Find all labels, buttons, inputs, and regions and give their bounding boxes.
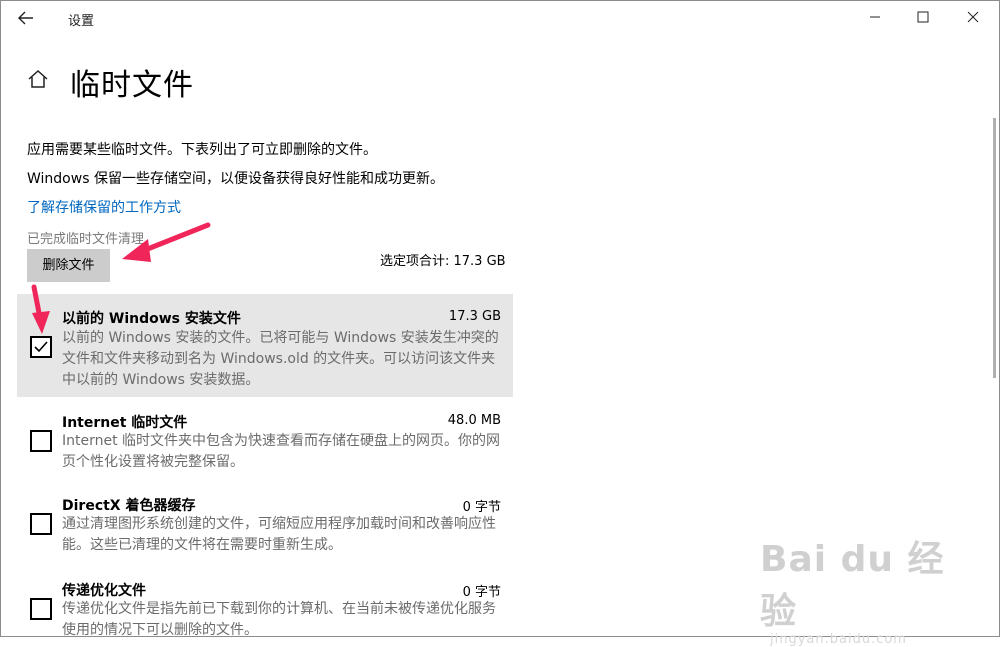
item-description: 传递优化文件是指先前已下载到你的计算机、在当前未被传递优化服务使用的情况下可以删… [62,601,496,638]
watermark-url: jingyan.baidu.com [770,632,907,647]
page-description-2: Windows 保留一些存储空间，以便设备获得良好性能和成功更新。 [27,171,444,187]
item-description: 通过清理图形系统创建的文件，可缩短应用程序加载时间和改善响应性能。这些已清理的文… [62,516,496,553]
maximize-icon[interactable] [900,4,946,32]
back-arrow-icon[interactable] [14,8,38,28]
item-title: 传递优化文件 [62,583,146,599]
minimize-icon[interactable] [852,4,898,32]
checkbox[interactable] [30,598,52,620]
list-item[interactable]: Internet 临时文件 48.0 MB Internet 临时文件夹中包含为… [17,400,513,480]
list-item[interactable]: 以前的 Windows 安装文件 17.3 GB 以前的 Windows 安装的… [17,294,513,397]
home-icon[interactable] [26,67,50,91]
selected-total: 选定项合计: 17.3 GB [380,254,506,269]
watermark: Bai du 经验 jingyan.baidu.com [760,530,960,647]
window-title: 设置 [68,14,95,29]
item-size: 0 字节 [462,500,501,515]
checkbox[interactable] [30,513,52,535]
scrollbar[interactable] [993,118,996,378]
watermark-logo: Bai du 经验 [760,539,945,632]
page-description-1: 应用需要某些临时文件。下表列出了可立即删除的文件。 [27,142,377,158]
item-description: Internet 临时文件夹中包含为快速查看而存储在硬盘上的网页。你的网页个性化… [62,433,501,470]
title-bar: 设置 [0,0,1000,36]
item-title: DirectX 着色器缓存 [62,498,196,514]
page-title: 临时文件 [70,68,194,103]
item-size: 17.3 GB [448,309,501,324]
cleanup-status: 已完成临时文件清理 [27,232,145,247]
item-title: 以前的 Windows 安装文件 [62,311,241,327]
item-size: 0 字节 [462,585,501,600]
list-item[interactable]: DirectX 着色器缓存 0 字节 通过清理图形系统创建的文件，可缩短应用程序… [17,483,513,563]
close-icon[interactable] [950,4,996,32]
delete-files-button[interactable]: 删除文件 [27,249,110,282]
list-item[interactable]: 传递优化文件 0 字节 传递优化文件是指先前已下载到你的计算机、在当前未被传递优… [17,568,513,638]
checkbox[interactable] [30,430,52,452]
item-size: 48.0 MB [447,413,501,428]
item-title: Internet 临时文件 [62,415,188,431]
item-description: 以前的 Windows 安装的文件。已将可能与 Windows 安装发生冲突的文… [62,330,499,388]
checkbox[interactable] [30,336,52,358]
storage-reserve-link[interactable]: 了解存储保留的工作方式 [27,197,181,217]
